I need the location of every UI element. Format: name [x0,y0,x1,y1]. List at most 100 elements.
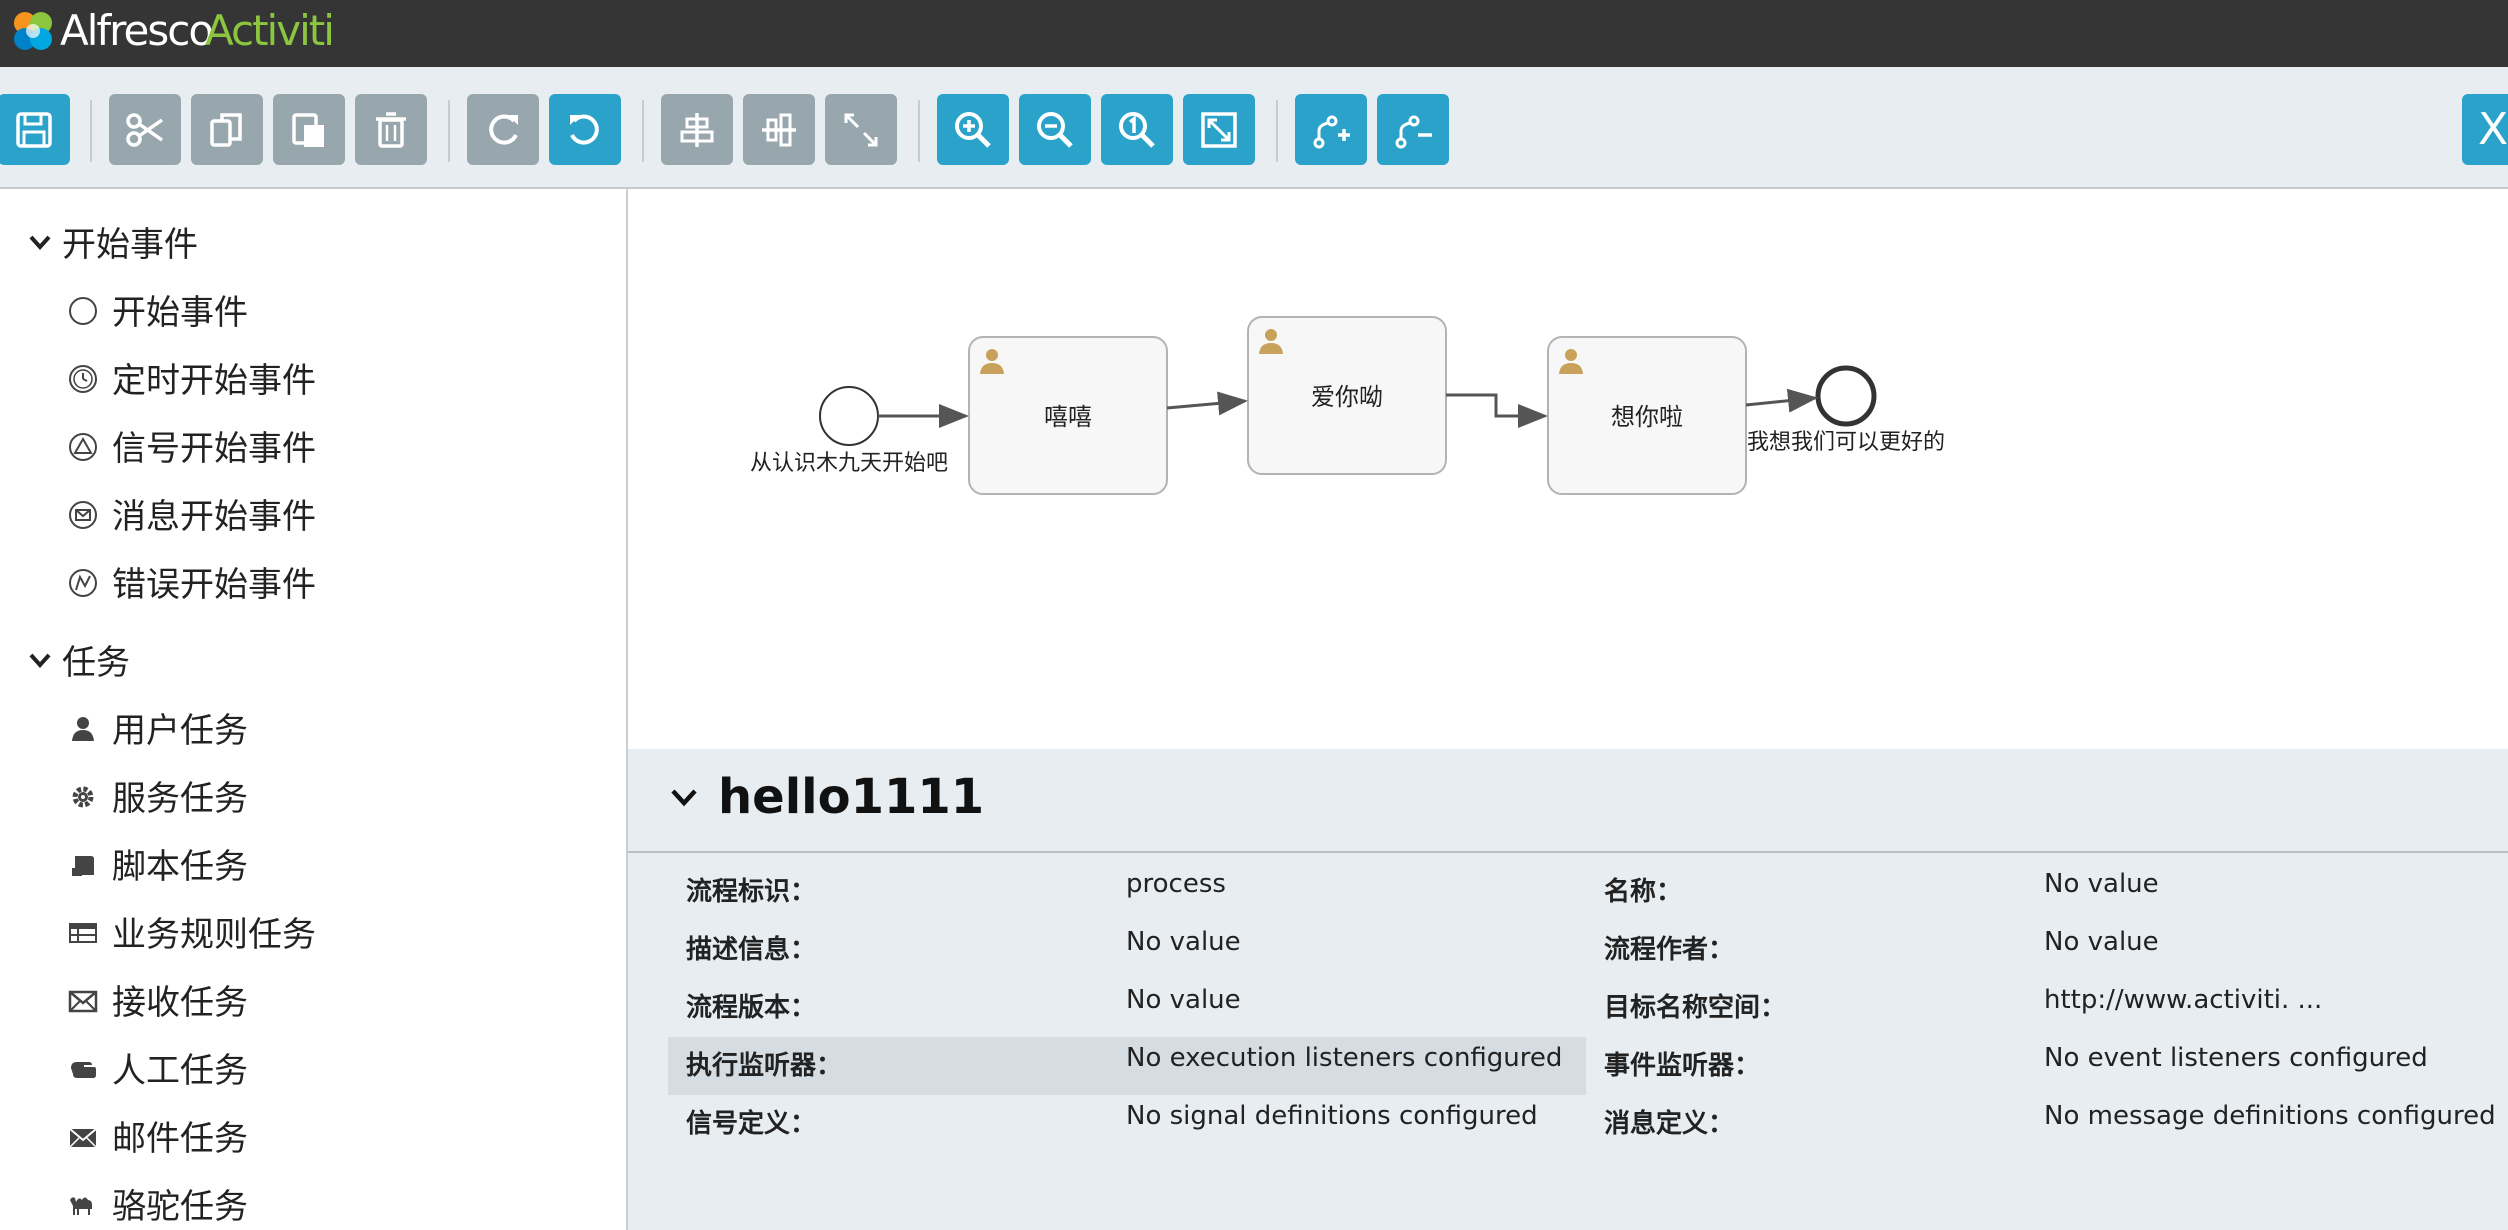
remove-bendpoint-icon [1395,115,1432,148]
palette-item-label: 服务任务 [112,779,248,819]
align-horizontal-icon [680,112,714,147]
palette-item-label: 业务规则任务 [112,915,316,955]
palette-group-label: 任务 [62,643,130,683]
add-bendpoint-icon [1313,115,1350,148]
property-value-version[interactable]: No value [1126,985,1241,1015]
property-value-signal-definitions[interactable]: No signal definitions configured [1126,1101,1538,1131]
palette-item-label: 脚本任务 [112,847,248,887]
paste-icon [292,112,324,147]
palette-group-tasks[interactable]: 任务 [28,635,130,684]
delete-icon [376,111,406,148]
palette-item-service-task[interactable]: 服务任务 [66,771,248,820]
undo-icon [570,114,599,145]
toolbar-separator [90,100,92,162]
toolbar-separator [1276,100,1278,162]
palette-item-label: 用户任务 [112,711,248,751]
save-button[interactable] [0,94,70,165]
palette-item-camel-task[interactable]: 骆驼任务 [66,1179,248,1228]
sequence-flow[interactable] [1446,393,1548,428]
redo-button[interactable] [467,94,539,165]
property-label: 执行监听器： [686,1051,843,1081]
add-bendpoint-button[interactable] [1295,94,1367,165]
property-value-event-listeners[interactable]: No event listeners configured [2044,1043,2428,1073]
app-header [0,0,2508,67]
cut-icon [126,112,163,147]
undo-button[interactable] [549,94,621,165]
property-value-execution-listeners[interactable]: No execution listeners configured [1126,1043,1562,1073]
zoom-actual-button[interactable] [1101,94,1173,165]
property-value-message-definitions[interactable]: No message definitions configured [2044,1101,2496,1131]
palette-item-start-event[interactable]: 开始事件 [66,285,248,334]
palette-group-label: 开始事件 [62,225,198,265]
user-task-1-label: 嘻嘻 [1044,403,1092,431]
property-label: 流程版本： [686,993,817,1023]
sequence-flow[interactable] [1745,388,1818,413]
user-icon [72,716,94,741]
logo-alfresco-text: Alfresco [60,6,214,55]
copy-icon [210,112,242,147]
property-value-documentation[interactable]: No value [1126,927,1241,957]
toolbar-separator [448,100,450,162]
property-value-namespace[interactable]: http://www.activiti. ... [2044,985,2322,1015]
script-icon [72,855,94,876]
cut-button[interactable] [109,94,181,165]
property-label: 消息定义： [1604,1109,1735,1139]
close-editor-button[interactable]: X [2462,94,2508,165]
palette-item-timer-start-event[interactable]: 定时开始事件 [66,353,316,402]
process-name-title: hello1111 [718,769,985,825]
property-value-name[interactable]: No value [2044,869,2159,899]
message-icon [69,500,97,529]
table-icon [69,922,97,943]
remove-bendpoint-button[interactable] [1377,94,1449,165]
palette-item-receive-task[interactable]: 接收任务 [66,975,248,1024]
logo-activiti-text: Activiti [205,6,335,55]
properties-panel: hello1111 流程标识： process 名称： No value 描述信… [628,749,2508,1230]
zoom-actual-icon [1119,111,1155,148]
redo-icon [489,114,518,145]
start-event[interactable] [819,386,879,446]
palette-group-start-events[interactable]: 开始事件 [28,217,198,266]
palette-item-mail-task[interactable]: 邮件任务 [66,1111,248,1160]
property-value-process-id[interactable]: process [1126,869,1226,899]
circle-icon [69,296,97,325]
zoom-out-button[interactable] [1019,94,1091,165]
bpmn-diagram: 从认识木九天开始吧 嘻嘻 爱你呦 想你啦 我想我们可以更好的 [750,316,1945,495]
palette-item-label: 消息开始事件 [112,497,316,537]
align-horizontal-button[interactable] [661,94,733,165]
signal-icon [69,432,97,461]
palette-item-error-start-event[interactable]: 错误开始事件 [66,557,316,606]
palette-item-business-rule-task[interactable]: 业务规则任务 [66,907,316,956]
copy-button[interactable] [191,94,263,165]
property-label: 信号定义： [686,1109,817,1139]
palette-item-label: 邮件任务 [112,1119,248,1159]
property-value-author[interactable]: No value [2044,927,2159,957]
palette-item-user-task[interactable]: 用户任务 [66,703,248,752]
zoom-in-button[interactable] [937,94,1009,165]
hand-icon [71,1061,96,1078]
chevron-down-icon [29,235,51,250]
chevron-down-icon [671,789,697,807]
user-task-2-label: 爱你呦 [1311,383,1383,411]
palette-item-label: 定时开始事件 [112,361,316,401]
property-label: 目标名称空间： [1604,993,1787,1023]
palette-item-script-task[interactable]: 脚本任务 [66,839,248,888]
toolbar-separator [642,100,644,162]
mail-icon [69,1127,97,1148]
palette-item-signal-start-event[interactable]: 信号开始事件 [66,421,316,470]
zoom-in-icon [955,111,991,148]
paste-button[interactable] [273,94,345,165]
property-label: 事件监听器： [1604,1051,1761,1081]
property-label: 名称： [1604,877,1683,907]
palette-item-manual-task[interactable]: 人工任务 [66,1043,248,1092]
process-canvas[interactable]: 从认识木九天开始吧 嘻嘻 爱你呦 想你啦 我想我们可以更好的 [628,189,2508,749]
sequence-flow[interactable] [1166,391,1248,416]
same-size-button[interactable] [825,94,897,165]
delete-button[interactable] [355,94,427,165]
end-event[interactable] [1815,365,1877,427]
toolbar-separator [918,100,920,162]
zoom-fit-button[interactable] [1183,94,1255,165]
properties-header[interactable]: hello1111 [670,769,984,825]
palette-item-message-start-event[interactable]: 消息开始事件 [66,489,316,538]
align-vertical-button[interactable] [743,94,815,165]
zoom-out-icon [1037,111,1073,148]
